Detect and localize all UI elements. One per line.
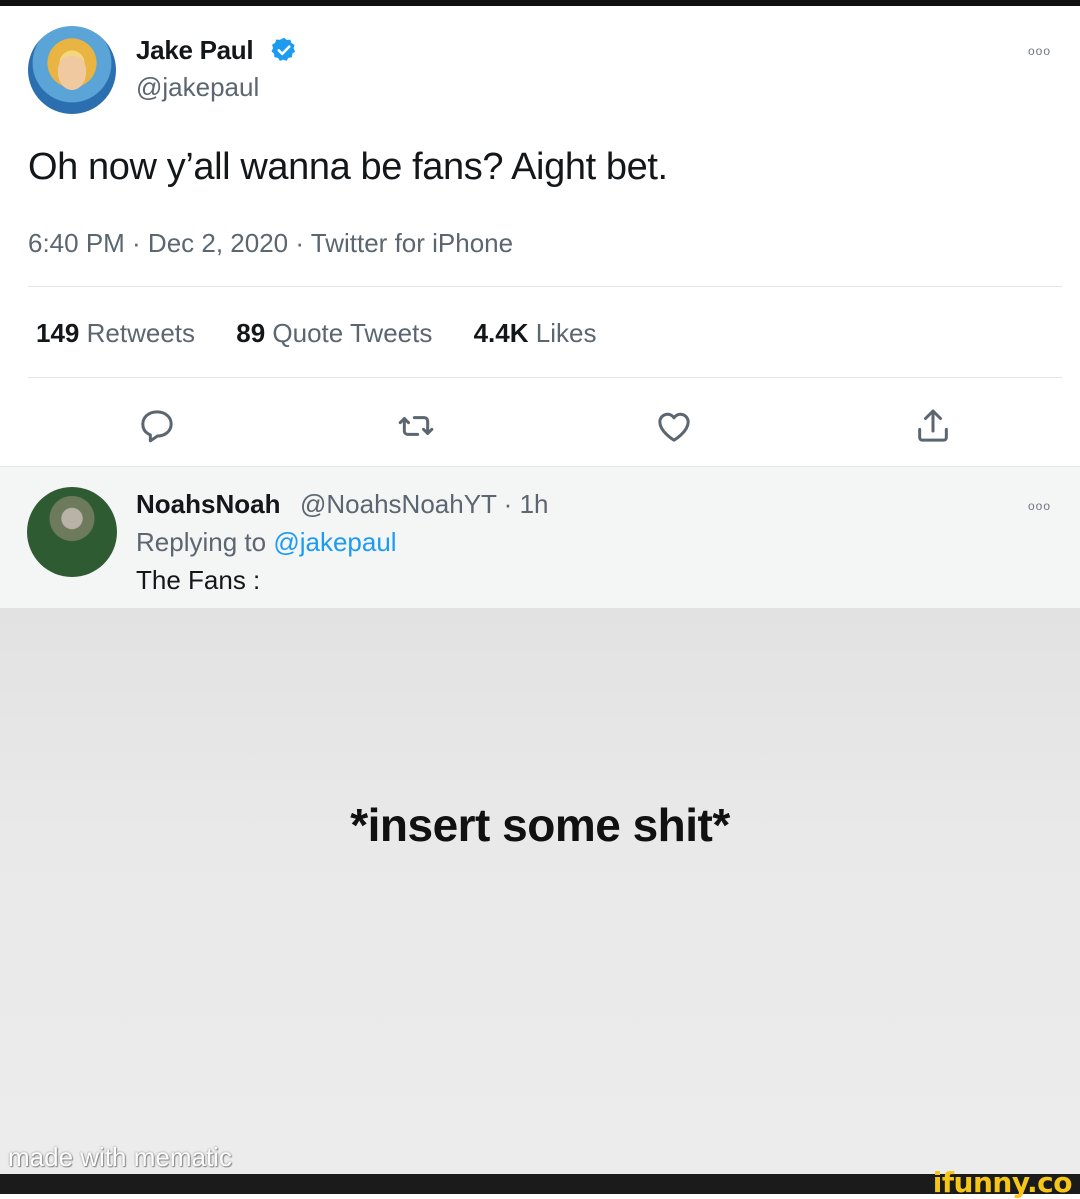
divider [28,286,1062,287]
avatar[interactable] [27,487,117,577]
retweets-stat[interactable]: 149 Retweets [36,318,195,349]
meme-image: *insert some shit* made with mematic [0,608,1080,1174]
replying-to: Replying to @jakepaul [136,527,397,558]
divider [28,377,1062,378]
ifunny-logo: ifunny.co [932,1166,1073,1199]
more-options-icon[interactable]: ooo [1028,44,1051,58]
likes-label: Likes [535,318,597,348]
ifunny-footer-bar: ifunny.co [0,1166,1080,1199]
reply-tweet[interactable]: NoahsNoah @NoahsNoahYT · 1h ooo Replying… [0,466,1080,609]
retweets-label: Retweets [86,318,196,348]
tweet-text: Oh now y’all wanna be fans? Aight bet. [28,146,668,188]
more-options-icon[interactable]: ooo [1028,499,1051,513]
like-heart-icon[interactable] [654,406,694,446]
reply-author-name[interactable]: NoahsNoah [136,489,280,520]
replying-prefix: Replying to [136,527,267,557]
likes-stat[interactable]: 4.4K Likes [474,318,597,349]
verified-badge-icon [271,37,296,61]
tweet-stats: 149 Retweets 89 Quote Tweets 4.4K Likes [36,318,630,349]
tweet-meta: 6:40 PM · Dec 2, 2020 · Twitter for iPho… [28,228,514,258]
replying-mention-link[interactable]: @jakepaul [273,527,396,557]
author-handle[interactable]: @jakepaul [136,72,259,103]
reply-icon[interactable] [137,406,177,446]
mematic-watermark: made with mematic [8,1142,232,1172]
quote-tweets-stat[interactable]: 89 Quote Tweets [236,318,432,349]
retweet-icon[interactable] [396,406,436,446]
quote-tweets-label: Quote Tweets [272,318,433,348]
meme-caption: *insert some shit* [350,799,730,851]
main-tweet: Jake Paul @jakepaul ooo Oh now y’all wan… [0,6,1080,466]
avatar[interactable] [28,26,116,114]
share-icon[interactable] [913,406,953,446]
reply-text: The Fans : [136,565,261,595]
retweets-count: 149 [36,318,80,348]
reply-handle-time[interactable]: @NoahsNoahYT · 1h [300,489,549,520]
likes-count: 4.4K [473,318,529,348]
author-name[interactable]: Jake Paul [136,35,254,66]
quote-tweets-count: 89 [236,318,266,348]
